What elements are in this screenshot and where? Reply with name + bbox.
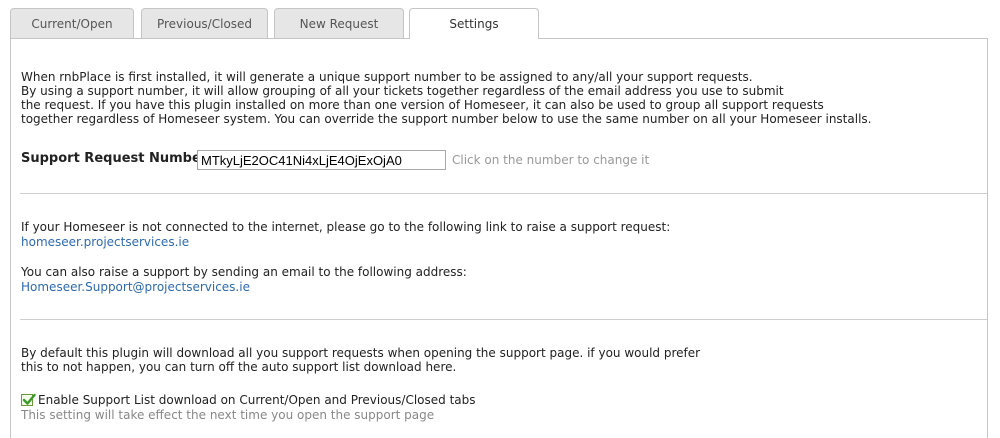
tab-current-open[interactable]: Current/Open <box>10 8 134 38</box>
download-info-line-2: this to not happen, you can turn off the… <box>21 360 457 374</box>
tab-new-request[interactable]: New Request <box>274 8 404 38</box>
intro-text-line-2: By using a support number, it will allow… <box>21 84 784 98</box>
support-email-link[interactable]: Homeseer.Support@projectservices.ie <box>21 280 250 294</box>
intro-text-line-1: When rnbPlace is first installed, it wil… <box>21 70 753 84</box>
support-request-number-label: Support Request Number: <box>21 151 213 166</box>
support-site-link[interactable]: homeseer.projectservices.ie <box>21 235 189 249</box>
support-request-number-input[interactable] <box>197 150 446 170</box>
divider <box>20 193 987 194</box>
settings-panel: When rnbPlace is first installed, it wil… <box>10 38 988 438</box>
enable-download-label[interactable]: Enable Support List download on Current/… <box>38 393 476 408</box>
offline-info-text: If your Homeseer is not connected to the… <box>21 220 671 234</box>
checkmark-icon <box>22 393 36 405</box>
intro-text-line-3: the request. If you have this plugin ins… <box>21 98 824 112</box>
setting-effect-note: This setting will take effect the next t… <box>21 408 435 422</box>
support-number-hint: Click on the number to change it <box>452 153 650 167</box>
tab-previous-closed[interactable]: Previous/Closed <box>141 8 268 38</box>
intro-text-line-4: together regardless of Homeseer system. … <box>21 112 872 126</box>
tab-settings[interactable]: Settings <box>409 8 539 39</box>
download-info-line-1: By default this plugin will download all… <box>21 346 701 360</box>
divider <box>20 319 987 320</box>
enable-download-checkbox[interactable] <box>21 393 36 406</box>
tab-bar: Current/Open Previous/Closed New Request… <box>10 8 990 39</box>
email-info-text: You can also raise a support by sending … <box>21 265 467 279</box>
